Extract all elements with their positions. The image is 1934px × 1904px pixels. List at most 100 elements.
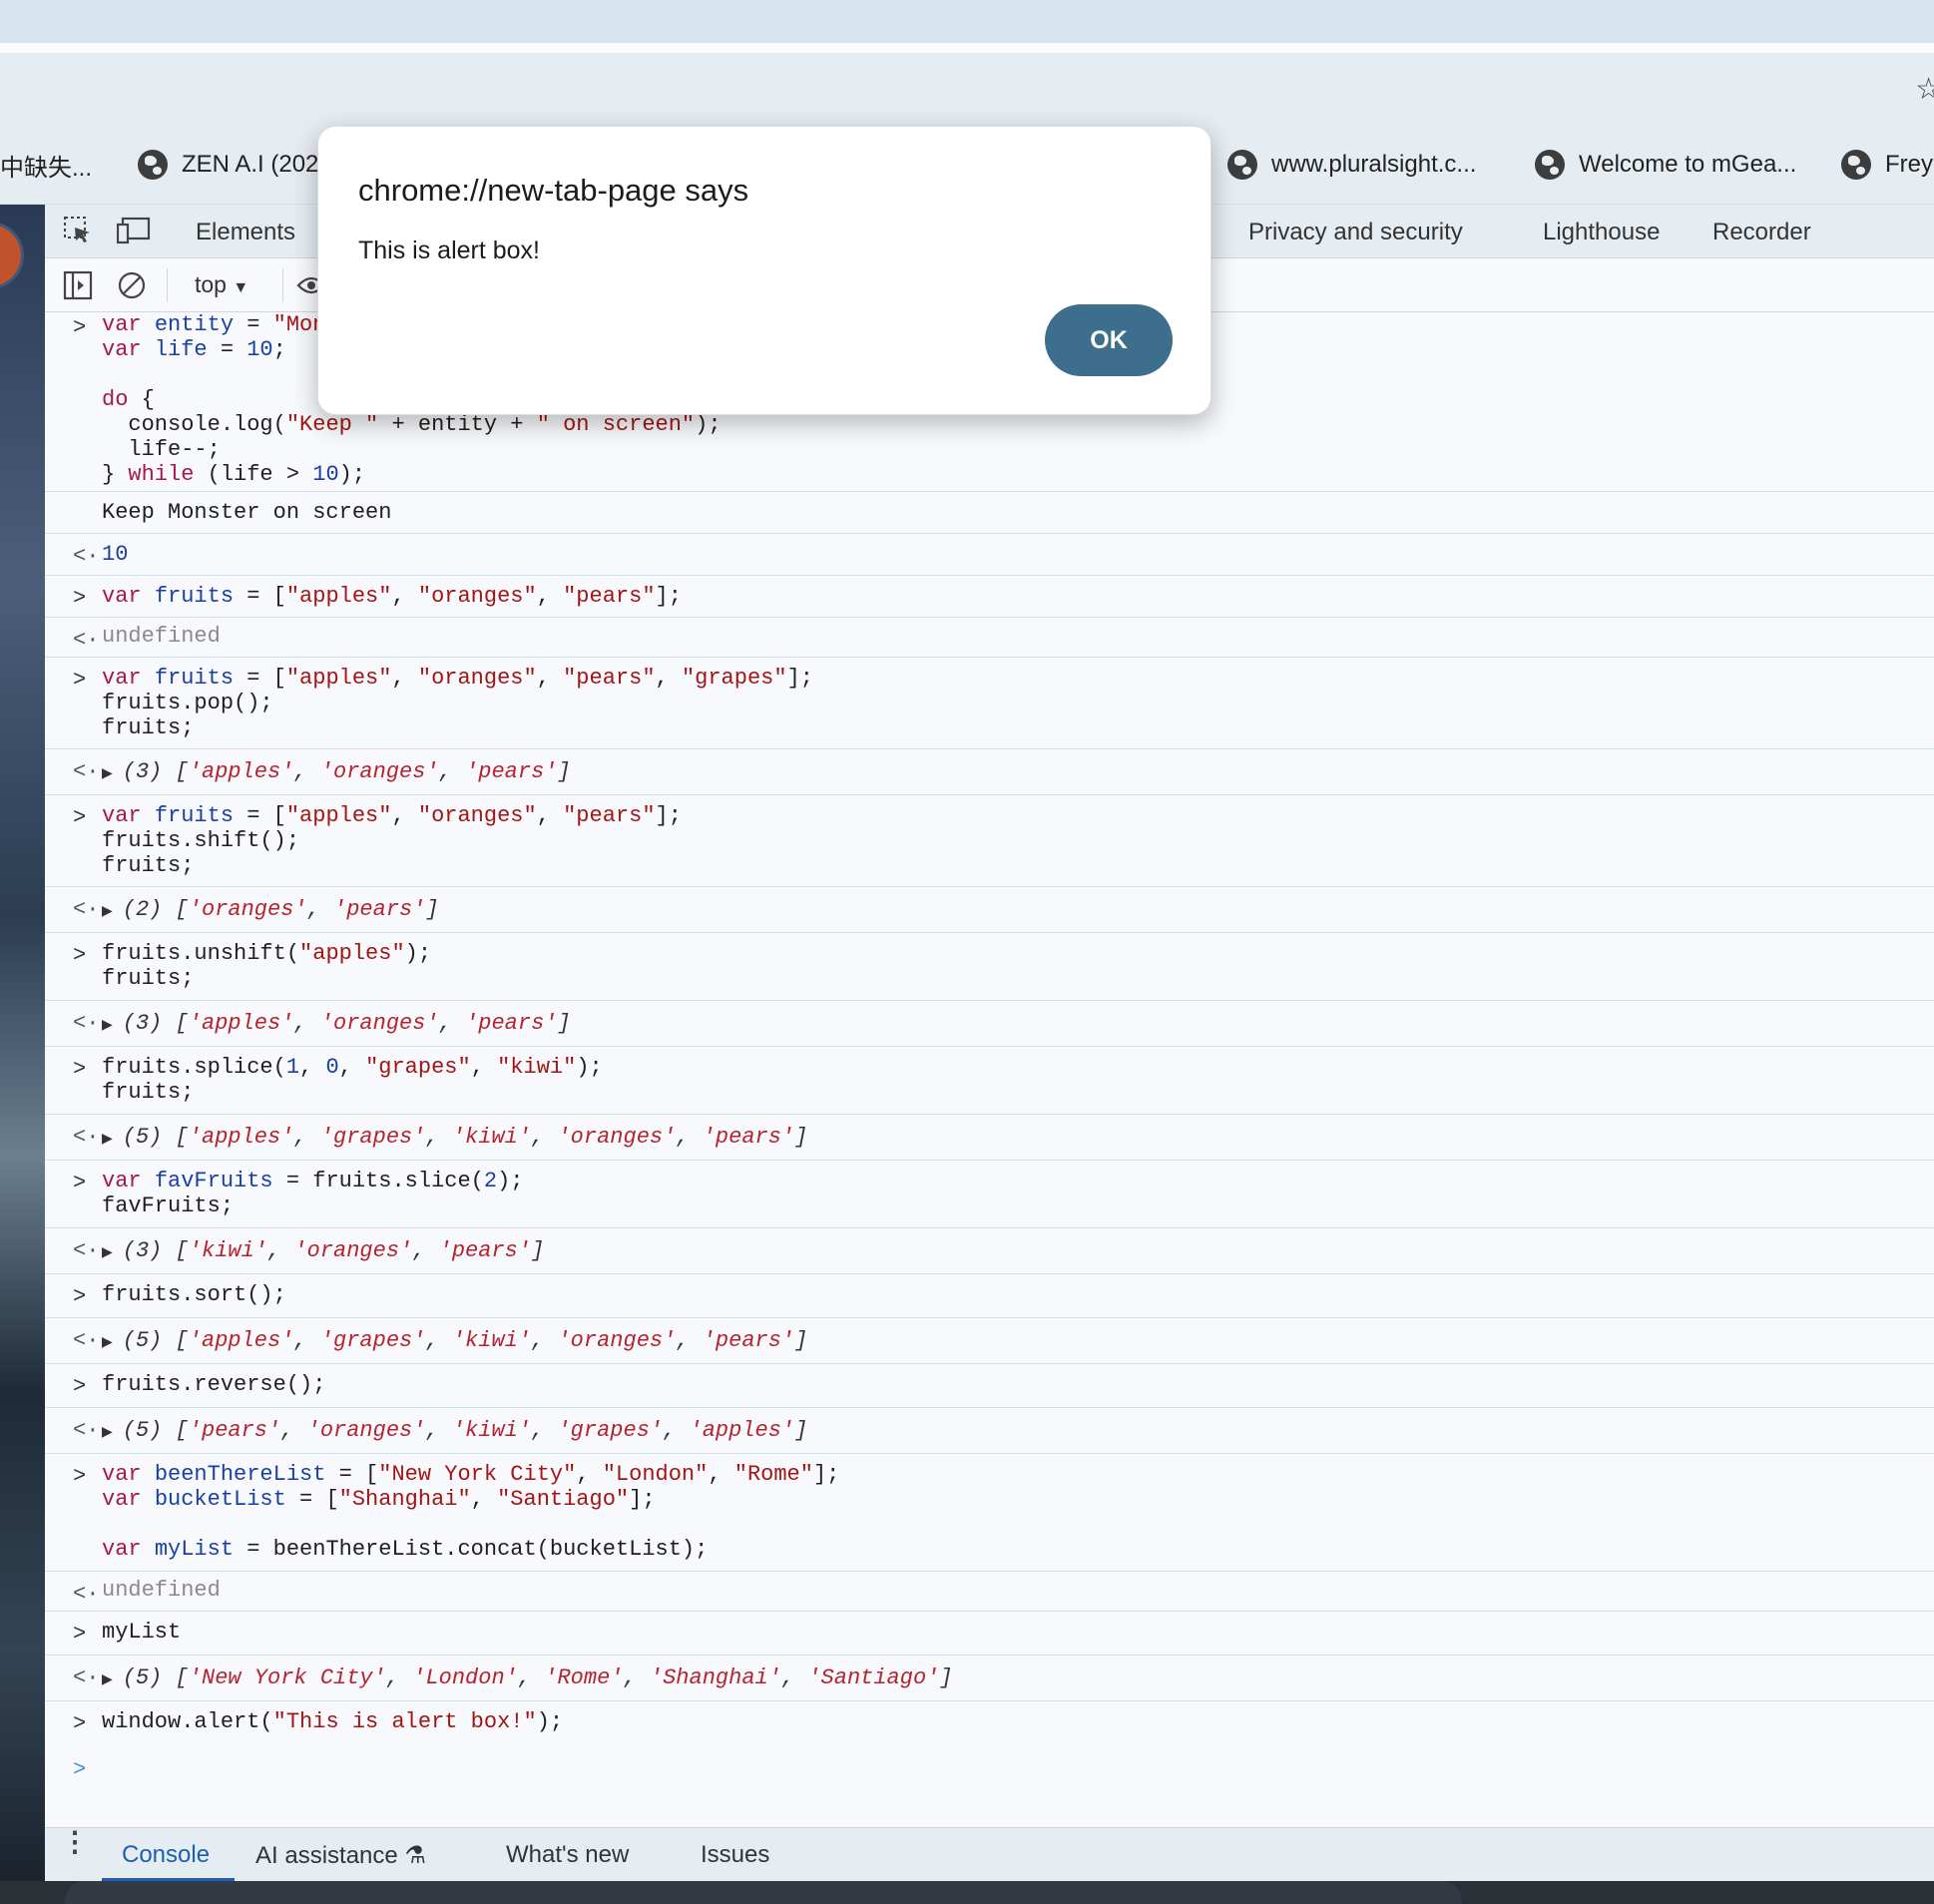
code-token: 0: [325, 1055, 339, 1080]
array-result[interactable]: ▶ (5) ['apples', 'grapes', 'kiwi', 'orang…: [102, 1328, 807, 1356]
console-input[interactable]: fruits.splice(1, 0, "grapes", "kiwi"); f…: [102, 1055, 603, 1105]
input-chevron-icon: >: [73, 315, 87, 340]
code-token: "This is alert box!": [272, 1709, 537, 1734]
console-result-entry: <· undefined: [45, 1572, 1934, 1612]
tab-whats-new[interactable]: What's new: [506, 1841, 629, 1869]
code-token: (5) [: [122, 1328, 189, 1353]
expand-triangle-icon[interactable]: ▶: [102, 1132, 113, 1148]
code-token: 'oranges': [557, 1328, 677, 1353]
array-result[interactable]: ▶ (5) ['apples', 'grapes', 'kiwi', 'orang…: [102, 1125, 807, 1153]
console-input[interactable]: myList: [102, 1620, 181, 1645]
code-token: fruits.pop();: [102, 691, 273, 715]
code-token: 'oranges': [293, 1238, 413, 1263]
toolbar-divider: [167, 268, 168, 302]
array-result[interactable]: ▶ (3) ['kiwi', 'oranges', 'pears']: [102, 1238, 544, 1266]
code-token: fruits;: [102, 1080, 195, 1105]
code-token: ,: [293, 1328, 320, 1353]
console-input[interactable]: fruits.sort();: [102, 1282, 286, 1307]
inspect-element-icon[interactable]: [63, 216, 93, 245]
code-token: ;: [272, 337, 286, 362]
code-token: fruits;: [102, 966, 195, 991]
bookmark-label: Welcome to mGea...: [1579, 151, 1797, 178]
console-result-entry: <· undefined: [45, 618, 1934, 658]
console-entry: > fruits.unshift("apples"); fruits;: [45, 933, 1934, 1001]
sidebar-toggle-icon[interactable]: [63, 270, 93, 300]
tab-issues[interactable]: Issues: [701, 1841, 769, 1869]
array-result[interactable]: ▶ (5) ['New York City', 'London', 'Rome',…: [102, 1666, 953, 1693]
code-token: 'Rome': [544, 1666, 624, 1690]
array-result[interactable]: ▶ (3) ['apples', 'oranges', 'pears']: [102, 1011, 571, 1039]
code-token: (5) [: [122, 1125, 189, 1150]
bookmark-item[interactable]: Welcome to mGea...: [1535, 145, 1796, 185]
context-selector[interactable]: top ▼: [195, 271, 248, 298]
expand-triangle-icon[interactable]: ▶: [102, 1335, 113, 1351]
console-input[interactable]: fruits.unshift("apples"); fruits;: [102, 941, 431, 991]
code-token: );: [338, 462, 366, 487]
code-token: (3) [: [122, 759, 189, 784]
result-arrow-icon: <·: [73, 1125, 100, 1150]
tab-recorder[interactable]: Recorder: [1712, 219, 1811, 246]
code-token: }: [102, 462, 129, 487]
expand-triangle-icon[interactable]: ▶: [102, 1245, 113, 1261]
console-input[interactable]: var beenThereList = ["New York City", "L…: [102, 1462, 839, 1562]
bookmark-star-icon[interactable]: ☆: [1915, 72, 1934, 107]
ok-button[interactable]: OK: [1045, 304, 1173, 376]
context-label: top: [195, 271, 227, 297]
input-chevron-icon: >: [73, 1057, 87, 1082]
code-token: ,: [517, 1666, 545, 1690]
code-token: 'oranges': [557, 1125, 677, 1150]
code-token: var: [102, 1169, 155, 1193]
code-token: 'kiwi': [188, 1238, 268, 1263]
array-result[interactable]: ▶ (5) ['pears', 'oranges', 'kiwi', 'grape…: [102, 1418, 807, 1446]
dock: [65, 1881, 1462, 1904]
array-result[interactable]: ▶ (2) ['oranges', 'pears']: [102, 897, 439, 925]
code-token: "Keep ": [285, 412, 379, 437]
tab-privacy-security[interactable]: Privacy and security: [1248, 219, 1463, 246]
expand-triangle-icon[interactable]: ▶: [102, 1425, 113, 1441]
console-input[interactable]: var fruits = ["apples", "oranges", "pear…: [102, 803, 682, 878]
more-options-icon[interactable]: ⋮: [61, 1828, 89, 1856]
code-token: 10: [246, 337, 273, 362]
expand-triangle-icon[interactable]: ▶: [102, 1672, 113, 1688]
code-token: fruits;: [102, 715, 195, 740]
device-toolbar-icon[interactable]: [117, 216, 151, 245]
expand-triangle-icon[interactable]: ▶: [102, 766, 113, 782]
console-prompt-input[interactable]: >: [45, 1745, 1934, 1805]
result-arrow-icon: <·: [73, 1666, 100, 1690]
result-arrow-icon: <·: [73, 544, 100, 569]
flask-icon: ⚗: [404, 1842, 426, 1869]
tab-ai-assistance-label: AI assistance: [255, 1842, 398, 1869]
code-token: " on screen": [536, 412, 696, 437]
bookmark-item[interactable]: 中缺失...: [0, 145, 92, 185]
console-result-entry: <· ▶ (3) ['apples', 'oranges', 'pears']: [45, 1001, 1934, 1047]
console-input[interactable]: fruits.reverse();: [102, 1372, 325, 1397]
code-token: 'kiwi': [451, 1328, 532, 1353]
code-token: 'apples': [689, 1418, 795, 1443]
array-result[interactable]: ▶ (3) ['apples', 'oranges', 'pears']: [102, 759, 571, 787]
expand-triangle-icon[interactable]: ▶: [102, 904, 113, 920]
result-arrow-icon: <·: [73, 628, 100, 653]
console-input[interactable]: var fruits = ["apples", "oranges", "pear…: [102, 666, 813, 740]
code-token: 'pears': [438, 1238, 532, 1263]
clear-console-icon[interactable]: [117, 270, 147, 300]
code-token: ,: [391, 803, 418, 828]
console-input[interactable]: var fruits = ["apples", "oranges", "pear…: [102, 584, 682, 609]
bookmark-item[interactable]: ZEN A.I (202: [138, 145, 318, 185]
code-token: var: [102, 337, 155, 362]
tab-console[interactable]: Console: [122, 1841, 210, 1869]
console-input[interactable]: window.alert("This is alert box!");: [102, 1709, 563, 1734]
console-input[interactable]: var favFruits = fruits.slice(2); favFrui…: [102, 1169, 523, 1218]
code-token: "apples": [285, 666, 392, 691]
tab-ai-assistance[interactable]: AI assistance ⚗: [255, 1841, 426, 1870]
code-token: fruits.unshift(: [102, 941, 300, 966]
code-token: ]: [939, 1666, 953, 1690]
tab-elements[interactable]: Elements: [196, 219, 295, 246]
code-token: ]: [425, 897, 439, 922]
bookmark-item[interactable]: Frey: [1841, 145, 1933, 185]
input-chevron-icon: >: [73, 586, 87, 611]
expand-triangle-icon[interactable]: ▶: [102, 1018, 113, 1034]
code-token: ,: [531, 1328, 558, 1353]
code-token: = [: [234, 584, 286, 609]
bookmark-item[interactable]: www.pluralsight.c...: [1227, 145, 1476, 185]
tab-lighthouse[interactable]: Lighthouse: [1543, 219, 1660, 246]
